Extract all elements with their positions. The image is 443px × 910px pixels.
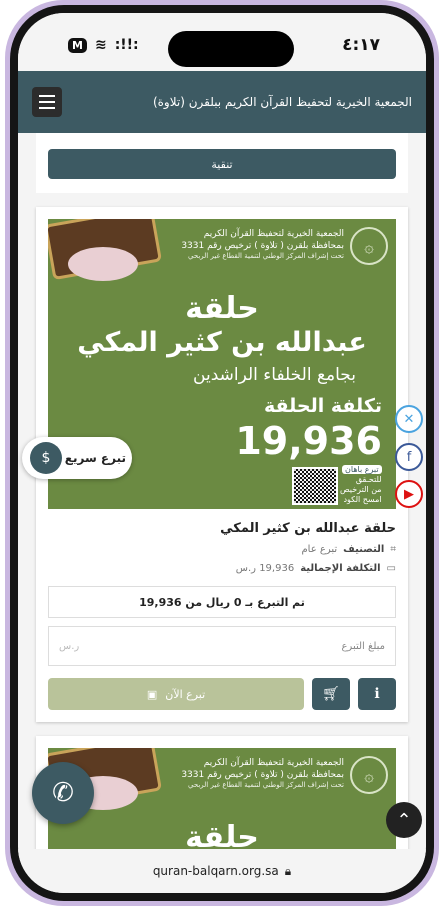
total-label: التكلفة الإجمالية <box>300 563 381 574</box>
banner-org-line-1: الجمعية الخيرية لتحفيظ القرآن الكريم <box>203 229 344 239</box>
status-bar: M ≋ :!!: ٤:١٧ <box>18 13 426 71</box>
banner2-org-line-3: تحت إشراف المركز الوطني لتنمية القطاع غي… <box>188 781 344 790</box>
info-button[interactable]: ℹ <box>358 678 396 710</box>
money-icon: ▭ <box>386 563 396 574</box>
qr-note: تبرع باهان للتحـقق من الترخيص امسح الكود <box>340 465 382 505</box>
category-label: التصنيف <box>343 544 385 555</box>
total-value: 19,936 ر.س <box>235 563 295 574</box>
progress-text: تم التبرع بـ 0 ريال من 19,936 <box>139 595 305 609</box>
scroll-top-icon[interactable]: ⌃ <box>386 802 422 838</box>
project-info: حلقة عبدالله بن كثير المكي ⌗ التصنيف تبر… <box>48 509 396 710</box>
whatsapp-icon[interactable]: ✆ <box>32 762 94 824</box>
total-row: ▭ التكلفة الإجمالية 19,936 ر.س <box>48 563 396 574</box>
signal-icon: :!!: <box>114 37 139 53</box>
project-banner-2[interactable]: ۞ الجمعية الخيرية لتحفيظ القرآن الكريم ب… <box>48 748 396 849</box>
banner-org-text: الجمعية الخيرية لتحفيظ القرآن الكريم بمح… <box>181 229 344 261</box>
status-left: M ≋ :!!: <box>68 37 139 53</box>
org-logo-icon-2: ۞ <box>350 756 388 794</box>
donate-now-label: تبرع الآن <box>165 687 206 701</box>
carrier-badge: M <box>68 37 87 53</box>
quick-donate-button[interactable]: تبرع سريع $ <box>22 437 132 479</box>
filter-button[interactable]: تنقية <box>48 149 396 179</box>
qr-note-2: من الترخيص <box>340 485 382 494</box>
category-row: ⌗ التصنيف تبرع عام <box>48 544 396 555</box>
dynamic-island <box>168 31 294 67</box>
lock-icon: 🔒︎ <box>284 863 292 878</box>
wallet-icon: ▣ <box>146 687 158 701</box>
card-actions: ℹ 🛒︎ تبرع الآن ▣ <box>48 678 396 710</box>
url-bar[interactable]: quran-balqarn.org.sa 🔒︎ <box>18 849 426 893</box>
qr-note-3: امسح الكود <box>343 495 382 504</box>
amount-currency: ر.س <box>59 640 80 652</box>
donation-progress: تم التبرع بـ 0 ريال من 19,936 <box>48 586 396 618</box>
flower-decoration <box>68 247 138 281</box>
banner-cost-label: تكلفة الحلقة <box>263 395 382 417</box>
status-time: ٤:١٧ <box>342 35 380 55</box>
banner-name: عبدالله بن كثير المكي <box>77 327 367 358</box>
banner-org-line-3: تحت إشراف المركز الوطني لتنمية القطاع غي… <box>188 252 344 261</box>
banner-cost-value: 19,936 <box>235 419 382 463</box>
wifi-icon: ≋ <box>94 37 107 53</box>
qr-chip: تبرع باهان <box>342 465 382 474</box>
twitter-share-icon[interactable]: ✕ <box>395 405 423 433</box>
banner-mosque: بجامع الخلفاء الراشدين <box>193 365 356 385</box>
facebook-share-icon[interactable]: f <box>395 443 423 471</box>
filter-card: تنقية <box>36 133 408 193</box>
tag-icon: ⌗ <box>390 544 396 555</box>
donate-hand-icon: $ <box>30 442 62 474</box>
donate-now-button[interactable]: تبرع الآن ▣ <box>48 678 304 710</box>
youtube-share-icon[interactable]: ▶ <box>395 480 423 508</box>
info-icon: ℹ <box>374 686 380 702</box>
org-logo-icon: ۞ <box>350 227 388 265</box>
banner-halqa: حلقة <box>185 291 259 326</box>
qr-code-icon <box>292 467 338 505</box>
banner2-org-text: الجمعية الخيرية لتحفيظ القرآن الكريم بمح… <box>181 758 344 790</box>
hamburger-icon[interactable] <box>32 87 62 117</box>
banner2-org-line-1: الجمعية الخيرية لتحفيظ القرآن الكريم <box>203 758 344 768</box>
url-text: quran-balqarn.org.sa <box>152 864 279 878</box>
app-header: الجمعية الخيرية لتحفيظ القرآن الكريم ببل… <box>18 71 426 133</box>
category-value: تبرع عام <box>301 544 338 555</box>
banner2-halqa: حلقة <box>185 820 259 849</box>
banner-org-line-2: بمحافظة بلقرن ( تلاوة ) ترخيص رقم 3331 <box>181 240 344 251</box>
page-content[interactable]: تنقية ۞ الجمعية الخيرية لتحفيظ القرآن ال… <box>18 133 426 849</box>
add-to-cart-button[interactable]: 🛒︎ <box>312 678 350 710</box>
amount-field[interactable]: مبلغ التبرع ر.س <box>48 626 396 666</box>
banner2-org-line-2: بمحافظة بلقرن ( تلاوة ) ترخيص رقم 3331 <box>181 769 344 780</box>
project-title[interactable]: حلقة عبدالله بن كثير المكي <box>48 521 396 536</box>
amount-placeholder: مبلغ التبرع <box>341 640 385 652</box>
cart-icon: 🛒︎ <box>322 686 340 702</box>
quick-donate-label: تبرع سريع <box>64 451 126 465</box>
header-title: الجمعية الخيرية لتحفيظ القرآن الكريم ببل… <box>152 95 412 109</box>
qr-note-1: للتحـقق <box>355 475 382 484</box>
